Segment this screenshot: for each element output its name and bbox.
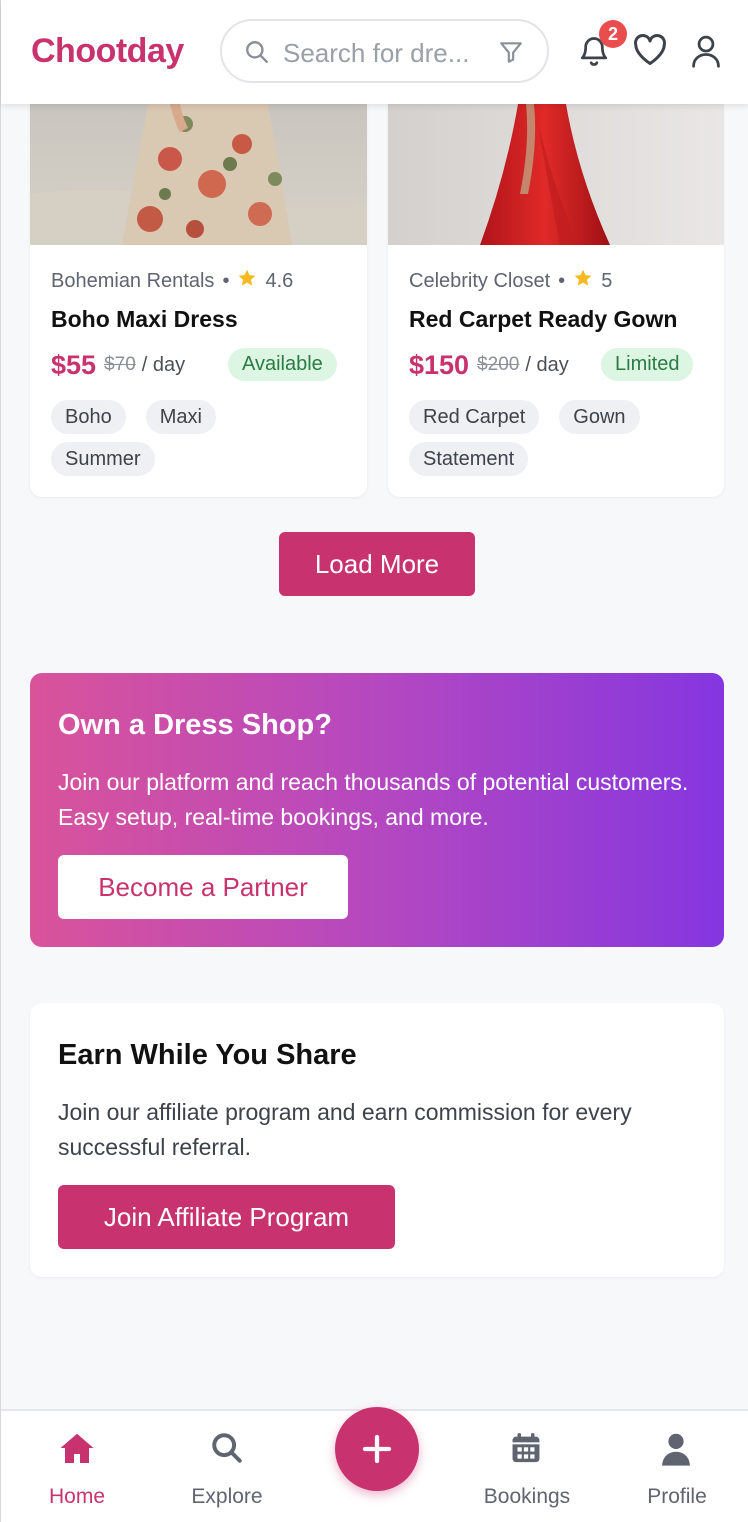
user-icon[interactable] [689,33,723,74]
product-meta: Bohemian Rentals • 4.6 [51,268,293,294]
product-card-red-carpet[interactable]: Celebrity Closet • 5 Red Carpet Ready Go… [388,104,724,497]
current-price: $150 [409,349,470,380]
search-icon [244,39,270,70]
original-price: $200 [477,354,520,375]
nav-label: Bookings [483,1485,571,1508]
status-badge: Limited [601,348,694,381]
star-icon [237,268,257,294]
user-icon [659,1431,693,1472]
join-affiliate-button[interactable]: Join Affiliate Program [58,1185,395,1249]
nav-label: Profile [647,1485,707,1508]
tag-list: Boho Maxi Summer [51,400,351,484]
product-title[interactable]: Red Carpet Ready Gown [409,306,677,333]
product-title[interactable]: Boho Maxi Dress [51,306,238,333]
current-price: $55 [51,349,97,380]
partner-description: Join our platform and reach thousands of… [58,769,689,830]
price-row: $55 $70 / day [51,348,185,382]
plus-icon [361,1433,393,1470]
rating-value: 5 [601,269,613,292]
partner-banner: Own a Dress Shop? Join our platform and … [30,673,724,947]
status-badge: Available [228,348,337,381]
affiliate-title: Earn While You Share [58,1039,357,1071]
brand-logo[interactable]: Chootday [31,32,184,71]
search-icon [209,1431,245,1470]
tag[interactable]: Statement [409,442,529,476]
tag-list: Red Carpet Gown Statement [409,400,709,484]
nav-profile[interactable]: Profile [602,1411,748,1522]
tag[interactable]: Boho [51,400,126,434]
tag[interactable]: Gown [559,400,640,434]
original-price: $70 [104,354,136,375]
notification-badge: 2 [599,20,627,48]
product-card-boho[interactable]: Bohemian Rentals • 4.6 Boho Maxi Dress $… [30,104,367,497]
search-bar[interactable]: Search for dre... [220,19,549,83]
nav-home[interactable]: Home [2,1411,152,1522]
product-photo[interactable] [30,104,367,245]
become-partner-button[interactable]: Become a Partner [58,855,348,919]
separator-dot: • [558,269,566,292]
add-button[interactable] [335,1407,419,1491]
price-unit: / day [525,353,569,376]
partner-title: Own a Dress Shop? [58,709,332,741]
tag[interactable]: Maxi [145,400,216,434]
rating-value: 4.6 [265,269,294,292]
price-unit: / day [141,353,186,376]
shop-name[interactable]: Celebrity Closet [409,270,550,293]
nav-bookings[interactable]: Bookings [452,1411,602,1522]
search-input[interactable]: Search for dre... [283,38,469,69]
affiliate-description: Join our affiliate program and earn comm… [58,1099,632,1160]
heart-icon[interactable] [632,33,668,72]
filter-icon[interactable] [498,39,524,70]
nav-label: Explore [191,1485,263,1508]
calendar-icon [509,1431,543,1470]
tag[interactable]: Summer [51,442,155,476]
star-icon [573,268,593,294]
price-row: $150 $200 / day [409,348,569,382]
home-icon [59,1431,95,1470]
load-more-button[interactable]: Load More [279,532,475,596]
nav-label: Home [48,1485,106,1508]
affiliate-card: Earn While You Share Join our affiliate … [30,1003,724,1277]
shop-name[interactable]: Bohemian Rentals [51,270,214,293]
separator-dot: • [222,269,230,292]
product-photo[interactable] [388,104,724,245]
product-meta: Celebrity Closet • 5 [409,268,612,294]
app-header: Chootday Search for dre... 2 [1,0,748,104]
nav-explore[interactable]: Explore [152,1411,302,1522]
tag[interactable]: Red Carpet [409,400,540,434]
